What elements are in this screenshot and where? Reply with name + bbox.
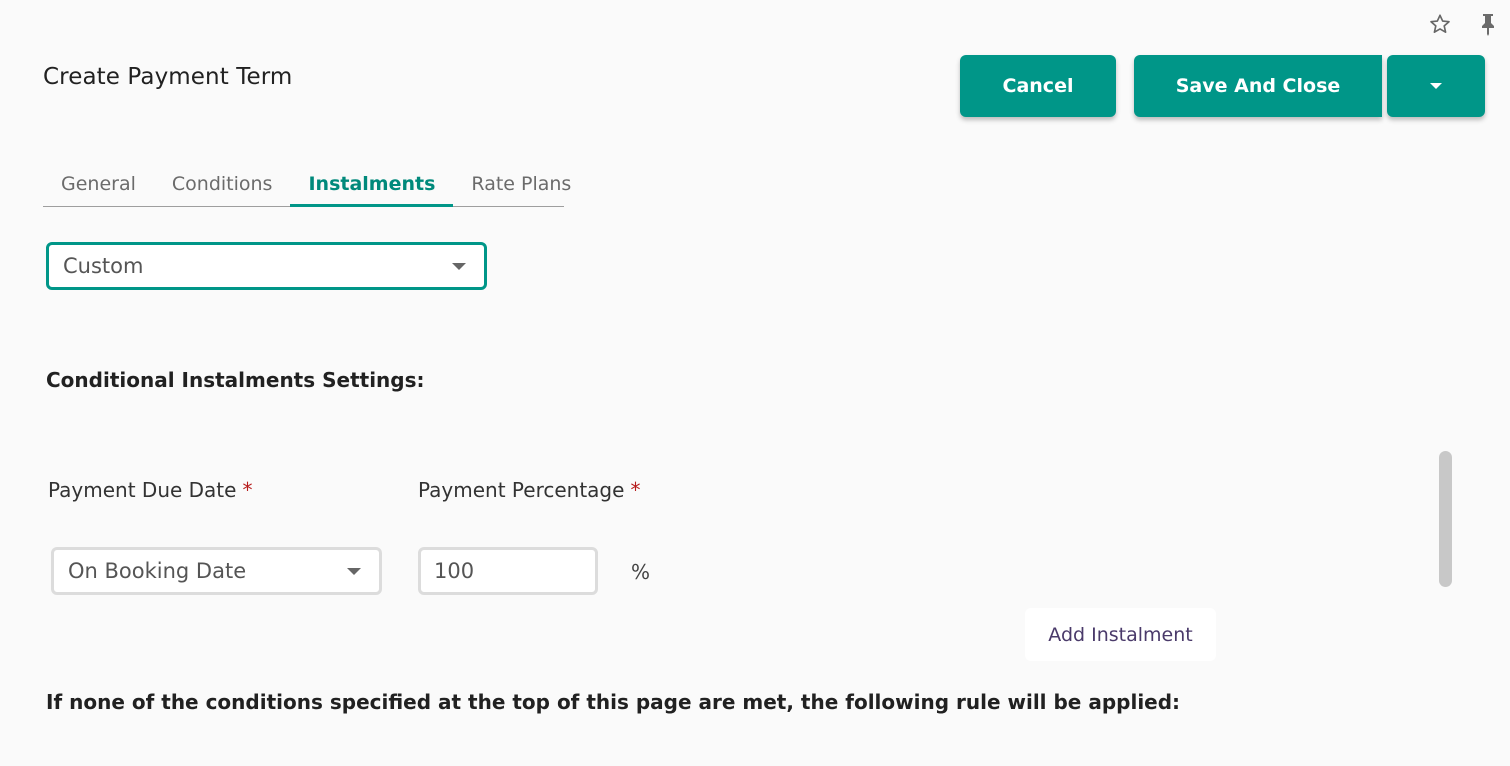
pin-icon[interactable]: [1476, 12, 1500, 36]
scrollbar-thumb[interactable]: [1439, 451, 1452, 587]
tab-rate-plans[interactable]: Rate Plans: [453, 166, 589, 207]
payment-due-date-label: Payment Due Date *: [48, 478, 252, 502]
payment-percentage-label-text: Payment Percentage: [418, 478, 625, 502]
payment-term-page: Create Payment Term Cancel Save And Clos…: [0, 0, 1510, 766]
save-and-close-button[interactable]: Save And Close: [1134, 55, 1382, 117]
payment-percentage-input[interactable]: [418, 547, 598, 595]
tab-general[interactable]: General: [43, 166, 154, 207]
payment-due-date-value: On Booking Date: [68, 559, 247, 583]
add-instalment-button[interactable]: Add Instalment: [1025, 608, 1216, 661]
caret-down-icon: [452, 262, 466, 270]
star-icon[interactable]: [1428, 12, 1452, 36]
instalment-mode-value: Custom: [63, 254, 144, 278]
caret-down-icon: [1430, 83, 1442, 89]
conditional-instalments-heading: Conditional Instalments Settings:: [46, 368, 425, 392]
tab-bar: General Conditions Instalments Rate Plan…: [43, 166, 571, 207]
default-rule-heading: If none of the conditions specified at t…: [46, 690, 1181, 714]
percent-unit-label: %: [631, 560, 651, 584]
instalment-mode-select[interactable]: Custom: [46, 242, 487, 290]
cancel-button[interactable]: Cancel: [960, 55, 1116, 117]
caret-down-icon: [347, 567, 361, 575]
payment-due-date-select[interactable]: On Booking Date: [51, 547, 382, 595]
required-marker: *: [630, 478, 641, 502]
page-title: Create Payment Term: [43, 64, 293, 90]
tab-instalments[interactable]: Instalments: [290, 166, 454, 207]
required-marker: *: [242, 478, 253, 502]
payment-percentage-label: Payment Percentage *: [418, 478, 640, 502]
tab-conditions[interactable]: Conditions: [154, 166, 291, 207]
save-options-dropdown-button[interactable]: [1387, 55, 1485, 117]
payment-due-date-label-text: Payment Due Date: [48, 478, 237, 502]
